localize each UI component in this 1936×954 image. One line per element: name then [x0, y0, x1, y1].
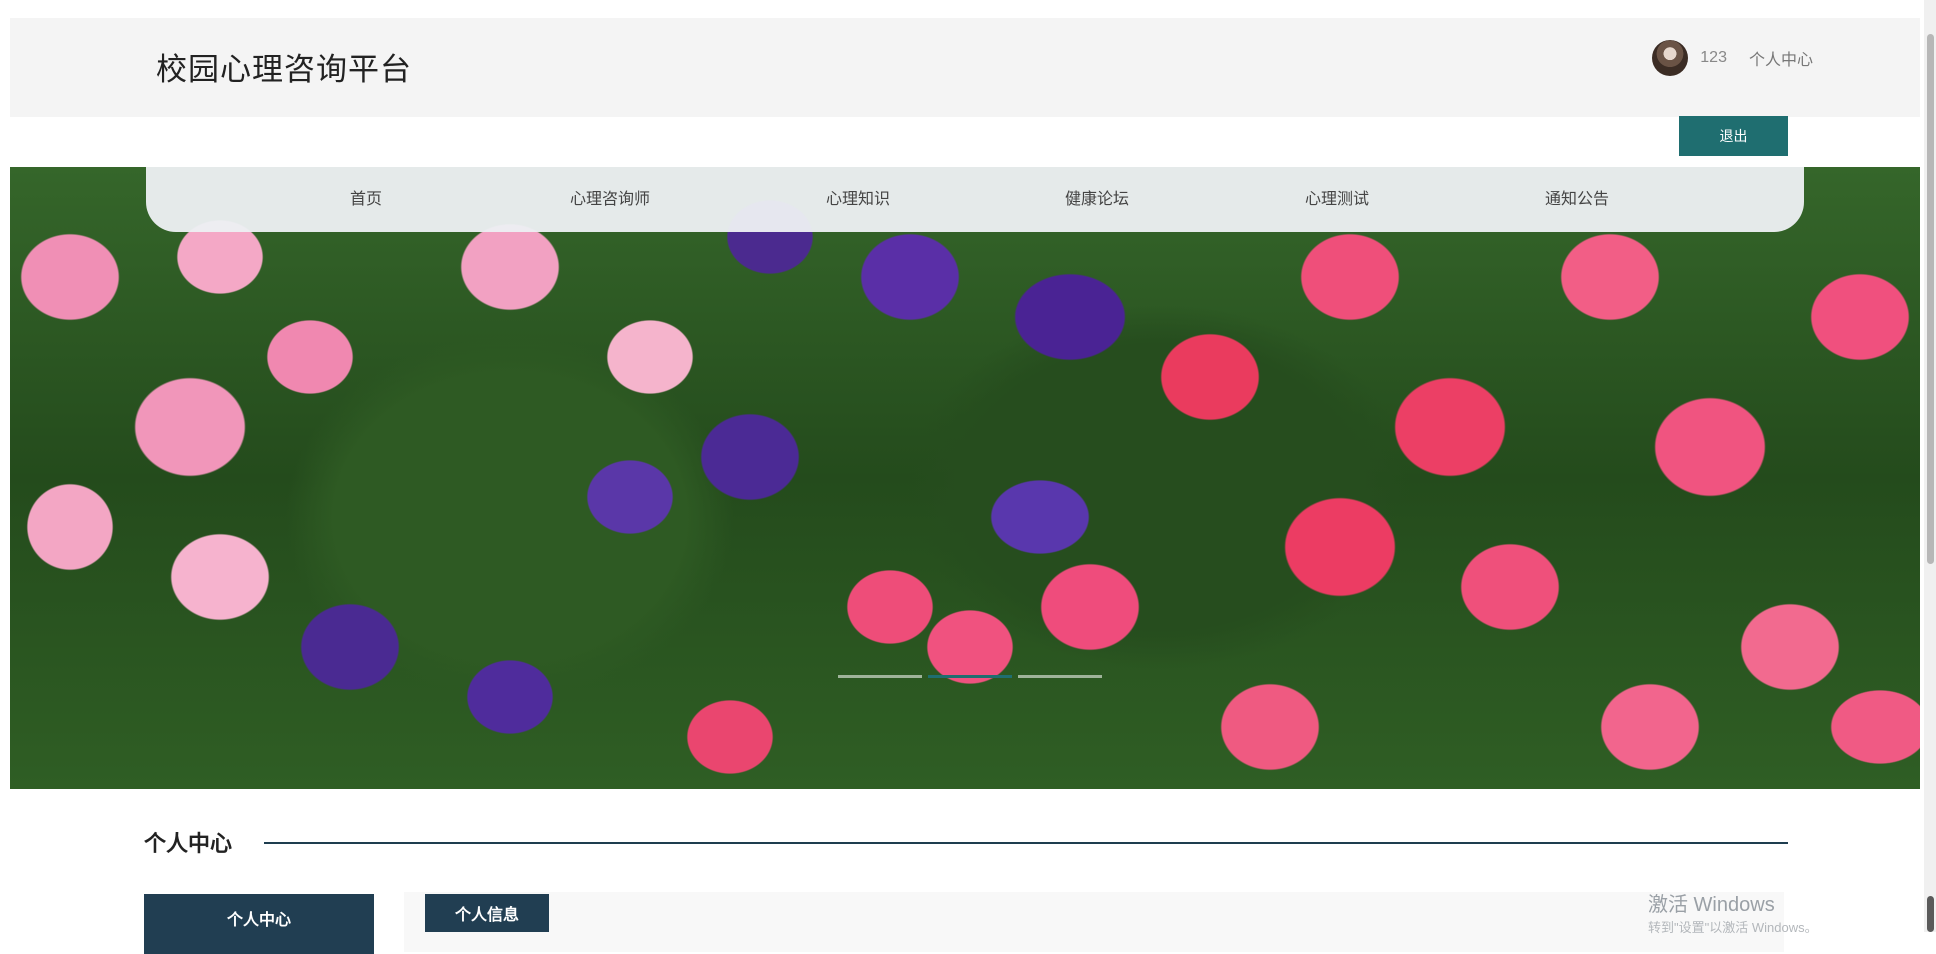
windows-activation-subtitle: 转到"设置"以激活 Windows。	[1648, 920, 1818, 935]
carousel-indicators	[838, 675, 1102, 678]
content-panel	[404, 892, 1784, 952]
section-title: 个人中心	[144, 831, 233, 856]
sidebar-item-user-center[interactable]: 个人中心	[144, 894, 374, 954]
carousel-indicator-2[interactable]	[928, 675, 1012, 678]
header-bar: 校园心理咨询平台 123 个人中心	[10, 18, 1920, 117]
carousel-indicator-1[interactable]	[838, 675, 922, 678]
nav-item-counselors[interactable]: 心理咨询师	[570, 167, 650, 232]
nav-item-forum[interactable]: 健康论坛	[1065, 167, 1129, 232]
user-area: 123 个人中心	[1652, 40, 1813, 76]
avatar[interactable]	[1652, 40, 1689, 76]
nav-item-home[interactable]: 首页	[350, 167, 382, 232]
tab-personal-info[interactable]: 个人信息	[425, 894, 549, 932]
section-divider	[264, 842, 1788, 844]
windows-activation-watermark: 激活 Windows	[1648, 894, 1775, 916]
carousel-indicator-3[interactable]	[1018, 675, 1102, 678]
scrollbar-thumb-inner[interactable]	[1927, 896, 1934, 932]
nav-item-tests[interactable]: 心理测试	[1305, 167, 1369, 232]
site-title[interactable]: 校园心理咨询平台	[156, 44, 412, 89]
username: 123	[1700, 49, 1727, 66]
logout-button[interactable]: 退出	[1679, 116, 1788, 156]
user-center-link[interactable]: 个人中心	[1749, 46, 1813, 70]
hero-banner-image	[10, 167, 1920, 789]
scrollbar-thumb[interactable]	[1927, 34, 1934, 564]
main-nav: 首页 心理咨询师 心理知识 健康论坛 心理测试 通知公告	[146, 167, 1804, 232]
nav-item-knowledge[interactable]: 心理知识	[826, 167, 890, 232]
nav-item-notices[interactable]: 通知公告	[1545, 167, 1609, 232]
